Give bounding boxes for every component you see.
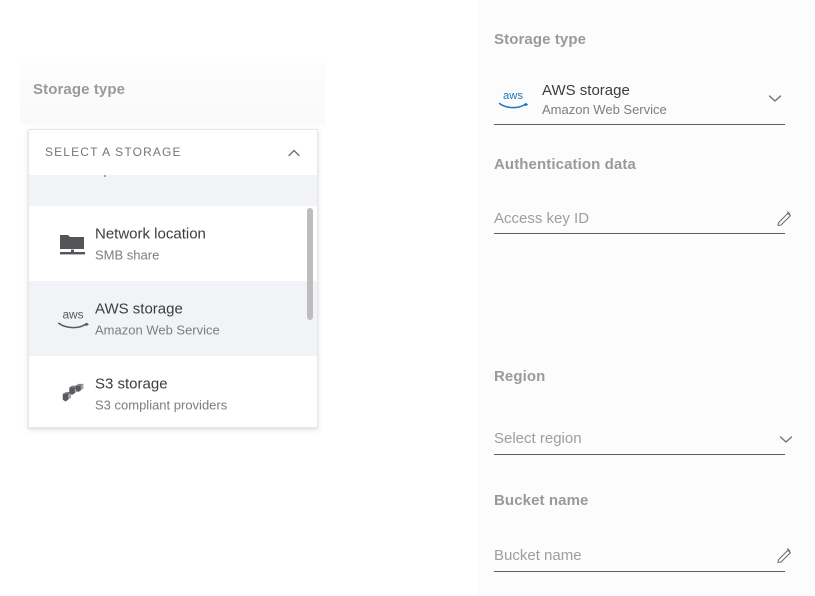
storage-type-card-title: Storage type <box>33 81 125 98</box>
access-key-underline <box>494 233 785 234</box>
list-item-text: S3 storage S3 compliant providers <box>95 373 227 414</box>
left-pane: Storage type SELECT A STORAGE up device <box>0 0 477 596</box>
pencil-icon[interactable] <box>776 210 794 228</box>
aws-icon: aws <box>49 298 97 340</box>
list-item-network-location[interactable]: Network location SMB share <box>29 206 318 281</box>
list-item-subtitle: SMB share <box>95 245 206 264</box>
chevron-up-icon[interactable] <box>285 144 303 162</box>
authentication-data-label: Authentication data <box>494 156 636 173</box>
access-key-input[interactable]: Access key ID <box>494 210 589 227</box>
dropdown-list[interactable]: up device Network location SMB share <box>29 175 318 428</box>
region-underline <box>494 454 785 455</box>
region-select[interactable]: Select region <box>494 430 582 447</box>
bucket-name-input[interactable]: Bucket name <box>494 547 582 564</box>
storage-type-select[interactable]: aws AWS storage Amazon Web Service <box>494 80 785 120</box>
s3-nodes-icon <box>49 373 97 415</box>
right-pane: Storage type aws AWS storage Amazon Web … <box>477 0 815 596</box>
storage-type-value-title: AWS storage <box>542 82 630 99</box>
list-item-clipped-label: up device <box>95 175 159 178</box>
list-item-title: S3 storage <box>95 373 227 394</box>
storage-type-underline <box>494 124 785 125</box>
pencil-icon[interactable] <box>776 547 794 565</box>
storage-select-dropdown[interactable]: SELECT A STORAGE up device <box>28 129 318 428</box>
region-label: Region <box>494 368 545 385</box>
list-item-title: Network location <box>95 223 206 244</box>
list-item-text: Network location SMB share <box>95 223 206 264</box>
aws-icon: aws <box>494 84 532 114</box>
storage-type-value-subtitle: Amazon Web Service <box>542 102 667 117</box>
bucket-name-underline <box>494 571 785 572</box>
list-item-title: AWS storage <box>95 298 220 319</box>
list-item-aws-storage[interactable]: aws AWS storage Amazon Web Service <box>29 281 318 356</box>
list-item-subtitle: Amazon Web Service <box>95 320 220 339</box>
storage-type-label: Storage type <box>494 31 586 48</box>
storage-type-card: Storage type <box>20 63 325 125</box>
dropdown-scrollbar-thumb[interactable] <box>307 208 313 320</box>
network-folder-icon <box>49 223 97 265</box>
dropdown-header[interactable]: SELECT A STORAGE <box>29 130 317 175</box>
chevron-down-icon[interactable] <box>776 429 796 449</box>
list-item-subtitle: S3 compliant providers <box>95 395 227 414</box>
list-item-text: AWS storage Amazon Web Service <box>95 298 220 339</box>
dropdown-header-label: SELECT A STORAGE <box>45 145 182 159</box>
bucket-name-label: Bucket name <box>494 492 588 509</box>
list-item-s3-storage[interactable]: S3 storage S3 compliant providers <box>29 356 318 428</box>
svg-text:aws: aws <box>503 90 523 102</box>
svg-text:aws: aws <box>62 308 83 322</box>
list-item-clipped[interactable]: up device <box>29 175 318 206</box>
chevron-down-icon[interactable] <box>765 88 785 108</box>
